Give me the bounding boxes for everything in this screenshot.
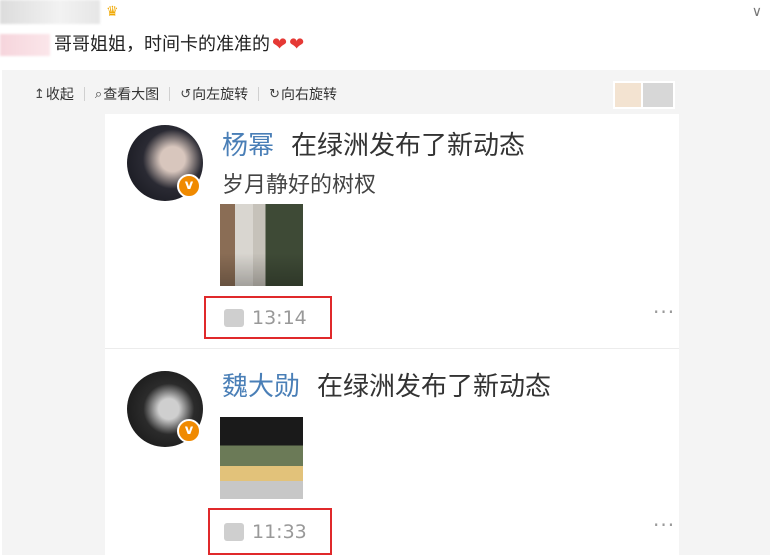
view-large-button[interactable]: ⌕ 查看大图 [89,84,165,104]
clock-icon [224,309,244,327]
timestamp: 13:14 [252,307,307,329]
search-icon: ⌕ [94,86,103,102]
toolbar-divider [258,87,260,101]
user-name[interactable]: 杨幂 [222,125,274,162]
timestamp-highlight: 13:14 [204,296,332,339]
clock-icon [224,523,244,541]
rotate-right-button[interactable]: ↻ 向右旋转 [263,84,343,104]
verified-icon: v [177,174,201,198]
rotate-left-label: 向左旋转 [192,87,249,103]
action-text: 在绿洲发布了新动态 [291,131,526,161]
blurred-username[interactable] [0,0,100,24]
media-toolbar: ↥ 收起 ⌕ 查看大图 ↺ 向左旋转 ↻ 向右旋转 [28,82,343,106]
collapse-button[interactable]: ↥ 收起 [28,84,80,104]
feed-item: v 杨幂 在绿洲发布了新动态 岁月静好的树杈 13:14 ··· [105,114,679,349]
heart-icon: ❤ [289,34,305,55]
toolbar-divider [169,87,171,101]
feed-item: v 魏大勋 在绿洲发布了新动态 11:33 ··· [105,349,679,555]
blurred-mention[interactable] [0,34,50,56]
post-caption: 岁月静好的树杈 [222,173,377,198]
timestamp-highlight: 11:33 [208,508,332,555]
thumbnail[interactable] [643,83,673,107]
crown-icon: ♛ [106,4,119,20]
collapse-icon: ↥ [34,86,45,102]
more-icon[interactable]: ··· [653,513,675,537]
verified-icon: v [177,419,201,443]
action-text: 在绿洲发布了新动态 [317,372,552,402]
media-viewer: ↥ 收起 ⌕ 查看大图 ↺ 向左旋转 ↻ 向右旋转 v 杨幂 在绿洲发布了新动态… [2,70,770,555]
collapse-label: 收起 [45,87,74,103]
view-large-label: 查看大图 [103,87,160,103]
rotate-right-icon: ↻ [269,86,280,102]
thumbnail-strip [613,81,675,109]
toolbar-divider [83,87,85,101]
heart-icon: ❤ [272,34,288,55]
user-name[interactable]: 魏大勋 [222,366,300,403]
embedded-screenshot[interactable]: v 杨幂 在绿洲发布了新动态 岁月静好的树杈 13:14 ··· v 魏大勋 在… [105,114,679,555]
post-text: 哥哥姐姐，时间卡的准准的 ❤ ❤ [54,33,304,57]
rotate-left-icon: ↺ [180,86,192,102]
thumbnail[interactable] [615,83,641,107]
post-body: 哥哥姐姐，时间卡的准准的 [54,34,270,55]
timestamp: 11:33 [252,521,307,543]
more-icon[interactable]: ··· [653,300,675,324]
post-image[interactable] [220,417,303,499]
post-image[interactable] [220,204,303,286]
chevron-down-icon[interactable]: ∨ [752,4,762,20]
rotate-right-label: 向右旋转 [281,87,337,103]
rotate-left-button[interactable]: ↺ 向左旋转 [174,84,254,104]
